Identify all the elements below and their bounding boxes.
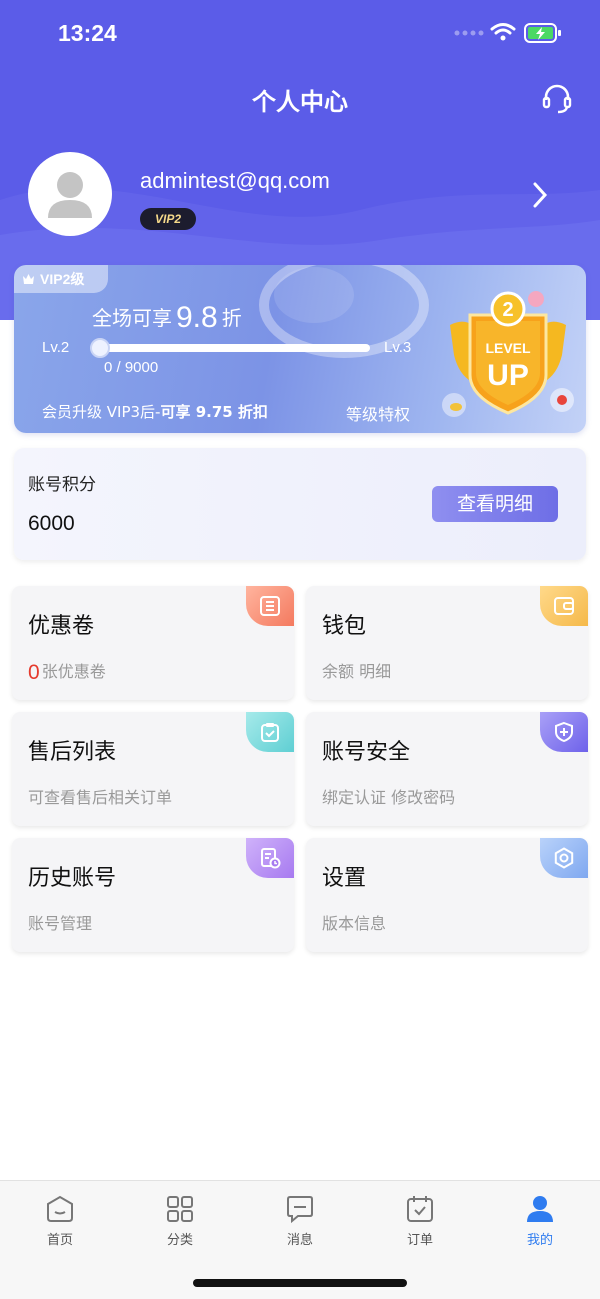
vip-level-badge: VIP2 (140, 208, 196, 230)
tile-subtitle: 余额 明细 (322, 662, 392, 681)
crown-icon (23, 274, 34, 284)
level-points-progress: 0 / 9000 (104, 359, 159, 376)
tile-wallet[interactable]: 钱包 余额 明细 (306, 586, 588, 700)
level-progress-bar (90, 338, 370, 358)
tile-title: 钱包 (322, 614, 367, 639)
vip-tag-label: VIP2级 (40, 271, 85, 287)
vip-level-card[interactable]: VIP2级 全场可享 9.8 折 Lv.2 Lv.3 0 / 9000 会员升级 V… (14, 265, 586, 433)
tab-home[interactable]: 首页 (0, 1193, 120, 1263)
tile-title: 售后列表 (28, 740, 117, 765)
account-points-card: 账号积分 6000 查看明细 (14, 448, 586, 560)
message-icon (287, 1196, 313, 1224)
upgrade-hint-prefix: 会员升级 VIP3后- (42, 403, 161, 421)
points-label: 账号积分 (28, 475, 96, 495)
tile-title: 账号安全 (322, 740, 411, 765)
tile-title: 历史账号 (28, 866, 117, 891)
tab-label: 订单 (406, 1233, 433, 1248)
shield-plus-icon (540, 712, 588, 752)
home-icon (47, 1195, 73, 1222)
tile-coupons[interactable]: 优惠卷 0 张优惠卷 (12, 586, 294, 700)
badge-text-up: UP (487, 359, 529, 392)
tab-label: 首页 (46, 1233, 73, 1248)
tile-after-sales[interactable]: 售后列表 可查看售后相关订单 (12, 712, 294, 826)
next-level-label: Lv.3 (384, 339, 412, 356)
tile-subtitle: 账号管理 (28, 914, 93, 933)
nav-bar: 个人中心 (0, 74, 600, 122)
discount-info: 全场可享 9.8 折 (92, 301, 242, 335)
tile-subtitle: 可查看售后相关订单 (28, 788, 173, 807)
user-email: admintest@qq.com (140, 168, 330, 193)
customer-service-headset-icon[interactable] (540, 82, 574, 116)
tab-mine[interactable]: 我的 (480, 1193, 600, 1263)
tab-messages[interactable]: 消息 (240, 1193, 360, 1263)
tab-label: 消息 (286, 1233, 313, 1248)
wallet-icon (540, 586, 588, 626)
points-value: 6000 (28, 512, 75, 535)
svg-text:2: 2 (502, 299, 513, 321)
upgrade-hint-bold: 可享 9.75 折扣 (160, 403, 268, 421)
discount-suffix: 折 (221, 306, 242, 330)
badge-text-level: LEVEL (485, 340, 531, 356)
tile-subtitle: 0 张优惠卷 (28, 658, 106, 685)
upgrade-hint: 会员升级 VIP3后-可享 9.75 折扣 (42, 401, 268, 422)
wifi-icon (490, 23, 516, 41)
tab-category[interactable]: 分类 (120, 1193, 240, 1263)
tile-settings[interactable]: 设置 版本信息 (306, 838, 588, 952)
profile-header[interactable]: admintest@qq.com VIP2 (0, 150, 600, 240)
tile-title: 优惠卷 (28, 614, 95, 639)
home-indicator (193, 1279, 407, 1287)
settings-gear-icon (540, 838, 588, 878)
coupon-count: 0 (28, 661, 40, 684)
status-bar: 13:24 (0, 0, 600, 66)
tile-account-history[interactable]: 历史账号 账号管理 (12, 838, 294, 952)
discount-value: 9.8 (176, 301, 218, 334)
calendar-check-icon (407, 1196, 433, 1222)
discount-prefix: 全场可享 (92, 306, 172, 330)
tab-label: 我的 (526, 1233, 553, 1248)
tile-subtitle: 版本信息 (322, 914, 387, 933)
tab-label: 分类 (166, 1233, 193, 1248)
history-doc-icon (246, 838, 294, 878)
chevron-right-icon[interactable] (530, 180, 550, 210)
battery-charging-icon (524, 23, 561, 43)
current-level-label: Lv.2 (42, 339, 70, 356)
tile-account-security[interactable]: 账号安全 绑定认证 修改密码 (306, 712, 588, 826)
clipboard-check-icon (246, 712, 294, 752)
tile-subtitle: 绑定认证 修改密码 (322, 788, 456, 807)
grid-icon (167, 1196, 193, 1222)
status-time: 13:24 (58, 20, 117, 46)
vip-level-tag: VIP2级 (14, 265, 108, 293)
page-title: 个人中心 (252, 88, 348, 116)
avatar[interactable] (28, 152, 112, 236)
coupon-icon (246, 586, 294, 626)
tab-orders[interactable]: 订单 (360, 1193, 480, 1263)
user-icon (527, 1196, 553, 1222)
tile-title: 设置 (322, 866, 367, 891)
progress-knob (90, 338, 110, 358)
coupon-subtitle: 张优惠卷 (41, 662, 106, 681)
default-avatar-icon (48, 172, 92, 218)
level-up-badge-icon: 2 LEVEL UP (442, 291, 574, 417)
signal-dots-icon (454, 30, 484, 36)
level-privileges-link[interactable]: 等级特权 (346, 401, 410, 425)
view-details-button[interactable]: 查看明细 (432, 486, 558, 522)
